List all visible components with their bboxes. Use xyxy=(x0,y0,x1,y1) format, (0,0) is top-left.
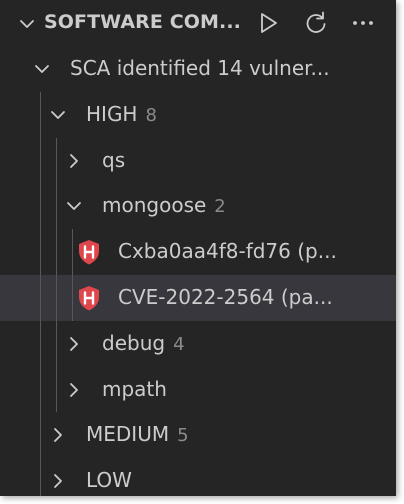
chevron-right-icon[interactable] xyxy=(64,380,84,400)
severity-label: HIGH 8 xyxy=(86,102,157,126)
indent-guide xyxy=(56,366,57,413)
chevron-right-icon[interactable] xyxy=(48,425,68,445)
tree-item-medium[interactable]: MEDIUM 5 xyxy=(0,412,396,459)
package-label: qs xyxy=(102,147,126,172)
more-actions-icon[interactable] xyxy=(349,9,377,37)
chevron-right-icon[interactable] xyxy=(64,334,84,354)
tree-item-debug[interactable]: debug 4 xyxy=(0,320,396,367)
indent-guide xyxy=(40,320,41,367)
vulnerability-label: CVE-2022-2564 (pa... xyxy=(118,284,333,309)
indent-guide xyxy=(72,274,73,321)
tree-item-vulnerability[interactable]: Cxba0aa4f8-fd76 (p... xyxy=(0,229,396,275)
run-icon[interactable] xyxy=(254,9,282,37)
panel-title[interactable]: SOFTWARE COM... xyxy=(44,11,241,33)
vulnerability-tree: SCA identified 14 vulner... HIGH 8 qs mon… xyxy=(0,46,396,496)
package-count: 2 xyxy=(214,196,226,218)
indent-guide xyxy=(40,183,41,230)
indent-guide xyxy=(40,274,41,321)
severity-count: 8 xyxy=(145,104,157,126)
indent-guide xyxy=(56,183,57,230)
package-label: mpath xyxy=(102,376,167,401)
severity-label: MEDIUM 5 xyxy=(86,422,189,446)
tree-item-root[interactable]: SCA identified 14 vulner... xyxy=(0,46,396,92)
tree-item-low[interactable]: LOW xyxy=(0,458,396,496)
collapse-chevron-icon[interactable] xyxy=(17,14,37,34)
tree-item-mongoose[interactable]: mongoose 2 xyxy=(0,183,396,230)
panel-header[interactable]: SOFTWARE COM... xyxy=(0,0,396,46)
indent-guide xyxy=(40,229,41,275)
package-count: 4 xyxy=(173,333,185,355)
indent-guide xyxy=(72,229,73,275)
vulnerability-label: Cxba0aa4f8-fd76 (p... xyxy=(118,239,337,264)
sca-panel: SOFTWARE COM... SCA identified 14 vulner… xyxy=(0,0,396,496)
indent-guide xyxy=(56,320,57,367)
indent-guide xyxy=(40,137,41,184)
tree-item-vulnerability-selected[interactable]: CVE-2022-2564 (pa... xyxy=(0,274,396,321)
indent-guide xyxy=(40,412,41,459)
indent-guide xyxy=(56,274,57,321)
indent-guide xyxy=(40,366,41,413)
severity-count: 5 xyxy=(177,425,189,447)
tree-item-qs[interactable]: qs xyxy=(0,137,396,184)
indent-guide xyxy=(56,229,57,275)
indent-guide xyxy=(40,91,41,138)
package-name: mongoose xyxy=(102,193,207,218)
package-name: debug xyxy=(102,330,166,355)
root-label: SCA identified 14 vulner... xyxy=(70,56,330,80)
indent-guide xyxy=(56,137,57,184)
severity-name: MEDIUM xyxy=(86,422,170,447)
package-label: mongoose 2 xyxy=(102,193,226,217)
severity-name: HIGH xyxy=(86,101,138,126)
severity-label: LOW xyxy=(86,468,132,493)
high-severity-shield-icon xyxy=(75,284,103,312)
tree-item-high[interactable]: HIGH 8 xyxy=(0,91,396,138)
package-label: debug 4 xyxy=(102,331,185,355)
chevron-right-icon[interactable] xyxy=(64,151,84,171)
refresh-icon[interactable] xyxy=(302,9,330,37)
chevron-down-icon[interactable] xyxy=(32,59,52,79)
chevron-down-icon[interactable] xyxy=(64,196,84,216)
indent-guide xyxy=(40,458,41,496)
tree-item-mpath[interactable]: mpath xyxy=(0,366,396,413)
chevron-right-icon[interactable] xyxy=(48,471,68,491)
high-severity-shield-icon xyxy=(75,238,103,266)
chevron-down-icon[interactable] xyxy=(48,105,68,125)
